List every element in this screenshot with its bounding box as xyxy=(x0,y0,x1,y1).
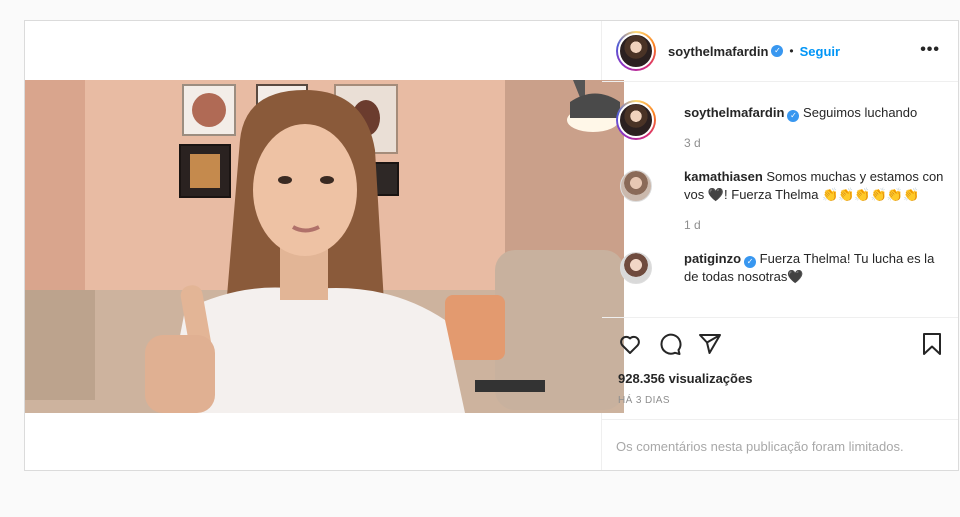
post-header: soythelmafardin ✓ • Seguir ••• xyxy=(602,21,958,82)
follow-button[interactable]: Seguir xyxy=(800,44,840,59)
avatar[interactable] xyxy=(620,170,652,202)
comment-time[interactable]: 3 d xyxy=(684,136,944,150)
instagram-post: soythelmafardin ✓ • Seguir ••• soythelma… xyxy=(24,20,959,471)
comment-username[interactable]: patiginzo xyxy=(684,251,741,266)
separator-dot: • xyxy=(789,44,794,58)
view-count[interactable]: 928.356 visualizações xyxy=(618,371,944,386)
avatar[interactable] xyxy=(616,100,656,140)
author-username[interactable]: soythelmafardin xyxy=(668,44,768,59)
comment-time[interactable]: 1 d xyxy=(684,218,944,232)
avatar[interactable] xyxy=(620,252,652,284)
comments-limited-notice: Os comentários nesta publicação foram li… xyxy=(602,419,958,472)
comment-username[interactable]: kamathiasen xyxy=(684,169,763,184)
list-item: patiginzo ✓ Fuerza Thelma! Tu lucha es la… xyxy=(616,250,944,286)
post-sidebar: soythelmafardin ✓ • Seguir ••• soythelma… xyxy=(602,21,958,470)
more-options-icon[interactable]: ••• xyxy=(920,41,940,59)
verified-badge-icon: ✓ xyxy=(744,256,757,268)
bookmark-icon[interactable] xyxy=(920,332,944,356)
caption: soythelmafardin ✓ Seguimos luchando 3 d xyxy=(616,100,944,150)
video-frame xyxy=(25,80,624,413)
comment-icon[interactable] xyxy=(658,332,682,356)
heart-icon[interactable] xyxy=(618,332,642,356)
verified-badge-icon: ✓ xyxy=(771,45,784,57)
share-icon[interactable] xyxy=(698,332,722,356)
avatar[interactable] xyxy=(616,31,656,71)
verified-badge-icon: ✓ xyxy=(787,110,800,122)
comment-text: Seguimos luchando xyxy=(803,105,918,120)
media-panel xyxy=(25,21,624,470)
comment-username[interactable]: soythelmafardin xyxy=(684,105,784,120)
video-player[interactable] xyxy=(25,80,624,413)
comments-list: soythelmafardin ✓ Seguimos luchando 3 d k… xyxy=(602,100,958,286)
list-item: kamathiasen Somos muchas y estamos con v… xyxy=(616,168,944,232)
action-bar: 928.356 visualizações HÁ 3 DIAS xyxy=(602,317,958,406)
post-date[interactable]: HÁ 3 DIAS xyxy=(618,395,944,406)
